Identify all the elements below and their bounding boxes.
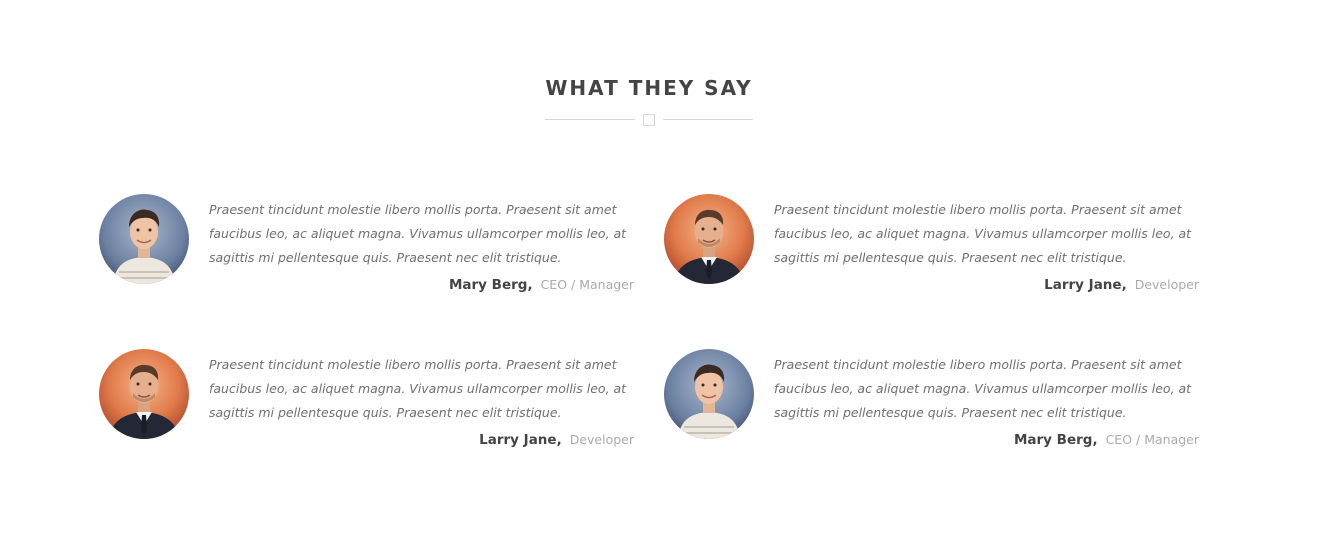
- divider-line-left: [545, 119, 635, 120]
- testimonial-byline: Larry Jane, Developer: [209, 429, 634, 448]
- author-role: Developer: [1134, 277, 1199, 292]
- avatar: [664, 349, 754, 439]
- testimonial-byline: Mary Berg, CEO / Manager: [209, 274, 634, 293]
- author-role: CEO / Manager: [1105, 432, 1199, 447]
- testimonial-quote: Praesent tincidunt molestie libero molli…: [774, 202, 1192, 265]
- testimonial-quote: Praesent tincidunt molestie libero molli…: [774, 357, 1192, 420]
- author-name: Larry Jane,: [479, 432, 562, 448]
- avatar: [664, 194, 754, 284]
- young-man-avatar-image: [664, 349, 754, 439]
- author-name: Mary Berg,: [1013, 432, 1098, 448]
- young-man-avatar-image: [99, 194, 189, 284]
- testimonial-byline: Larry Jane, Developer: [774, 274, 1199, 293]
- avatar: [99, 194, 189, 284]
- section-title: WHAT THEY SAY: [545, 76, 753, 100]
- author-role: Developer: [569, 432, 634, 447]
- suit-man-avatar-image: [664, 194, 754, 284]
- testimonial-quote: Praesent tincidunt molestie libero molli…: [209, 202, 627, 265]
- author-role: CEO / Manager: [540, 277, 634, 292]
- title-divider: [545, 113, 753, 127]
- testimonial-card: Praesent tincidunt molestie libero molli…: [99, 349, 639, 459]
- author-name: Larry Jane,: [1044, 277, 1127, 293]
- testimonial-card: Praesent tincidunt molestie libero molli…: [99, 194, 639, 304]
- divider-line-right: [663, 119, 753, 120]
- testimonial-card: Praesent tincidunt molestie libero molli…: [664, 194, 1204, 304]
- testimonial-byline: Mary Berg, CEO / Manager: [774, 429, 1199, 448]
- divider-square-icon: [643, 114, 655, 126]
- author-name: Mary Berg,: [448, 277, 533, 293]
- suit-man-avatar-image: [99, 349, 189, 439]
- testimonials-section: WHAT THEY SAY Praesent tincidunt molesti…: [0, 0, 1343, 539]
- avatar: [99, 349, 189, 439]
- testimonial-card: Praesent tincidunt molestie libero molli…: [664, 349, 1204, 459]
- testimonial-quote: Praesent tincidunt molestie libero molli…: [209, 357, 627, 420]
